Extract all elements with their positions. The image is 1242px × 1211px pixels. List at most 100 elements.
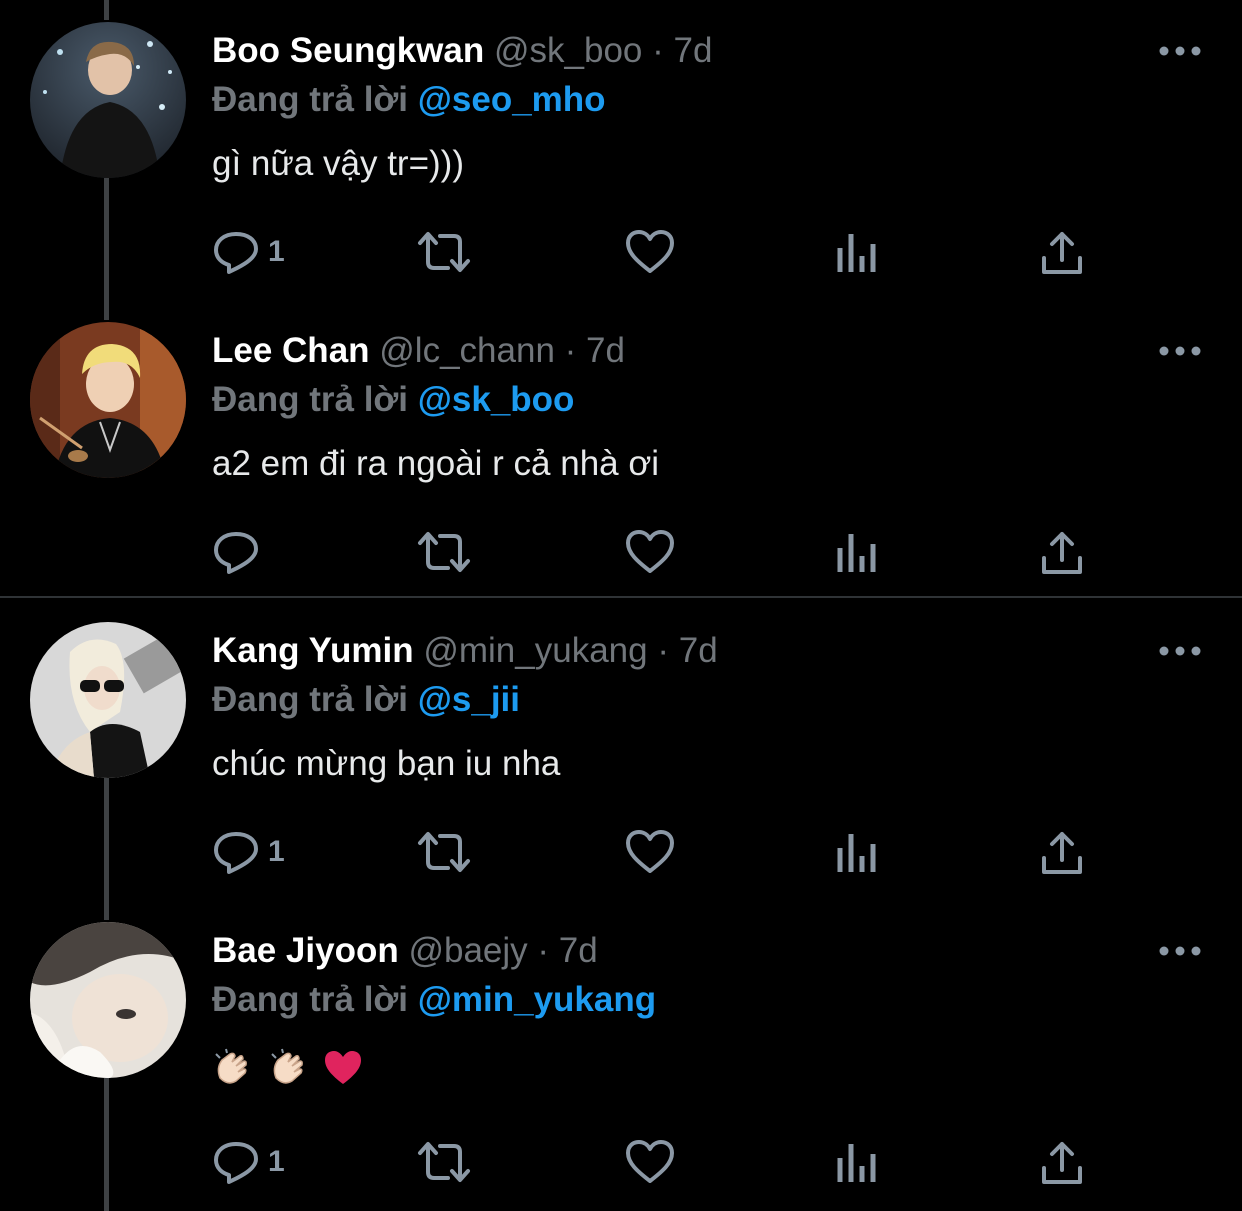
separator-dot: · bbox=[657, 631, 669, 670]
replying-to: Đang trả lời @min_yukang bbox=[212, 977, 656, 1023]
tweet-emoji-text bbox=[212, 1048, 369, 1101]
replying-label: Đang trả lời bbox=[212, 980, 409, 1019]
replying-to: Đang trả lời @seo_mho bbox=[212, 77, 606, 123]
more-icon[interactable] bbox=[1158, 344, 1202, 358]
retweet-button[interactable] bbox=[416, 1132, 472, 1192]
username[interactable]: @baejy bbox=[408, 931, 527, 970]
clapping-hands-emoji bbox=[212, 1048, 252, 1101]
separator-dot: · bbox=[652, 31, 664, 70]
mention-link[interactable]: @sk_boo bbox=[418, 380, 575, 419]
tweet-header: Bae Jiyoon @baejy · 7d bbox=[212, 928, 598, 974]
share-icon bbox=[1040, 528, 1084, 576]
mention-link[interactable]: @seo_mho bbox=[418, 80, 606, 119]
thread-line-1 bbox=[104, 0, 109, 20]
timestamp[interactable]: 7d bbox=[674, 31, 713, 70]
retweet-icon bbox=[416, 228, 472, 276]
tweet-boo-seungkwan[interactable]: Boo Seungkwan @sk_boo · 7d Đang trả lời … bbox=[0, 22, 1242, 302]
tweet-header: Boo Seungkwan @sk_boo · 7d bbox=[212, 28, 712, 74]
clapping-hands-emoji bbox=[268, 1048, 308, 1101]
avatar[interactable] bbox=[30, 322, 186, 478]
like-icon bbox=[625, 528, 675, 576]
analytics-icon bbox=[836, 228, 878, 276]
avatar[interactable] bbox=[30, 622, 186, 778]
tweet-kang-yumin[interactable]: Kang Yumin @min_yukang · 7d Đang trả lời… bbox=[0, 622, 1242, 902]
mention-link[interactable]: @min_yukang bbox=[418, 980, 656, 1019]
analytics-button[interactable] bbox=[836, 222, 878, 282]
reply-button[interactable]: 1 bbox=[212, 822, 285, 882]
reply-icon bbox=[212, 228, 260, 276]
retweet-button[interactable] bbox=[416, 222, 472, 282]
tweet-actions: 1 bbox=[212, 822, 1112, 882]
analytics-icon bbox=[836, 528, 878, 576]
more-icon[interactable] bbox=[1158, 944, 1202, 958]
like-button[interactable] bbox=[625, 222, 675, 282]
retweet-button[interactable] bbox=[416, 522, 472, 582]
retweet-icon bbox=[416, 1138, 472, 1186]
display-name[interactable]: Bae Jiyoon bbox=[212, 931, 399, 970]
share-button[interactable] bbox=[1040, 1132, 1084, 1192]
share-icon bbox=[1040, 1138, 1084, 1186]
like-button[interactable] bbox=[625, 1132, 675, 1192]
like-button[interactable] bbox=[625, 522, 675, 582]
replying-label: Đang trả lời bbox=[212, 680, 409, 719]
analytics-icon bbox=[836, 828, 878, 876]
avatar[interactable] bbox=[30, 22, 186, 178]
tweet-text: gì nữa vậy tr=))) bbox=[212, 144, 464, 183]
replying-label: Đang trả lời bbox=[212, 380, 409, 419]
timestamp[interactable]: 7d bbox=[679, 631, 718, 670]
analytics-button[interactable] bbox=[836, 1132, 878, 1192]
display-name[interactable]: Kang Yumin bbox=[212, 631, 414, 670]
more-icon[interactable] bbox=[1158, 44, 1202, 58]
reply-icon bbox=[212, 1138, 260, 1186]
tweet-text: chúc mừng bạn iu nha bbox=[212, 744, 561, 783]
like-icon bbox=[625, 228, 675, 276]
reply-button[interactable]: 1 bbox=[212, 222, 285, 282]
analytics-button[interactable] bbox=[836, 822, 878, 882]
display-name[interactable]: Boo Seungkwan bbox=[212, 31, 484, 70]
like-button[interactable] bbox=[625, 822, 675, 882]
red-heart-emoji bbox=[323, 1048, 363, 1101]
tweet-header: Kang Yumin @min_yukang · 7d bbox=[212, 628, 718, 674]
mention-link[interactable]: @s_jii bbox=[418, 680, 520, 719]
tweet-actions: 1 bbox=[212, 1132, 1112, 1192]
separator-dot: · bbox=[537, 931, 550, 970]
tweet-header: Lee Chan @lc_chann · 7d bbox=[212, 328, 625, 374]
reply-thread: Boo Seungkwan @sk_boo · 7d Đang trả lời … bbox=[0, 0, 1242, 1211]
retweet-button[interactable] bbox=[416, 822, 472, 882]
analytics-icon bbox=[836, 1138, 878, 1186]
more-icon[interactable] bbox=[1158, 644, 1202, 658]
like-icon bbox=[625, 1138, 675, 1186]
share-button[interactable] bbox=[1040, 222, 1084, 282]
username[interactable]: @lc_chann bbox=[379, 331, 555, 370]
replying-to: Đang trả lời @sk_boo bbox=[212, 377, 574, 423]
replying-label: Đang trả lời bbox=[212, 80, 409, 119]
tweet-actions: 1 bbox=[212, 222, 1112, 282]
username[interactable]: @sk_boo bbox=[494, 31, 642, 70]
replying-to: Đang trả lời @s_jii bbox=[212, 677, 520, 723]
tweet-text: a2 em đi ra ngoài r cả nhà ơi bbox=[212, 444, 660, 483]
share-icon bbox=[1040, 828, 1084, 876]
analytics-button[interactable] bbox=[836, 522, 878, 582]
tweet-lee-chan[interactable]: Lee Chan @lc_chann · 7d Đang trả lời @sk… bbox=[0, 322, 1242, 592]
reply-icon bbox=[212, 528, 260, 576]
timestamp[interactable]: 7d bbox=[586, 331, 625, 370]
share-icon bbox=[1040, 228, 1084, 276]
reply-button[interactable] bbox=[212, 522, 268, 582]
reply-count: 1 bbox=[268, 835, 285, 868]
tweet-actions bbox=[212, 522, 1112, 582]
share-button[interactable] bbox=[1040, 522, 1084, 582]
thread-divider bbox=[0, 596, 1242, 598]
username[interactable]: @min_yukang bbox=[423, 631, 647, 670]
reply-count: 1 bbox=[268, 235, 285, 268]
retweet-icon bbox=[416, 828, 472, 876]
reply-count: 1 bbox=[268, 1145, 285, 1178]
retweet-icon bbox=[416, 528, 472, 576]
like-icon bbox=[625, 828, 675, 876]
reply-button[interactable]: 1 bbox=[212, 1132, 285, 1192]
timestamp[interactable]: 7d bbox=[559, 931, 598, 970]
share-button[interactable] bbox=[1040, 822, 1084, 882]
tweet-bae-jiyoon[interactable]: Bae Jiyoon @baejy · 7d Đang trả lời @min… bbox=[0, 922, 1242, 1211]
reply-icon bbox=[212, 828, 260, 876]
avatar[interactable] bbox=[30, 922, 186, 1078]
display-name[interactable]: Lee Chan bbox=[212, 331, 370, 370]
